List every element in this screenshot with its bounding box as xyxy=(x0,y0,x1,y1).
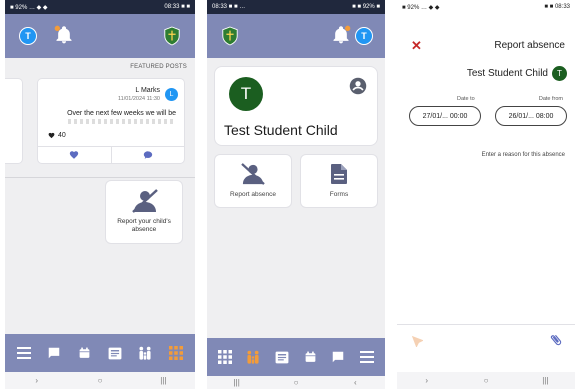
status-bar: ■ 92% … ◆ ◆ 08:33 ■ ■ xyxy=(5,0,195,14)
close-button[interactable]: ✕ xyxy=(411,38,422,54)
system-navigation: ||| ○ ‹ xyxy=(207,376,385,389)
status-time: ■ ■ 08:33 xyxy=(544,4,570,10)
page-title: Report absence xyxy=(494,40,565,51)
send-icon[interactable] xyxy=(409,333,423,347)
calendar-icon[interactable] xyxy=(76,345,94,361)
school-crest-icon xyxy=(222,26,238,46)
student-card[interactable]: T Test Student Child xyxy=(214,66,378,146)
featured-posts-label: FEATURED POSTS xyxy=(130,64,187,70)
app-header: T xyxy=(207,14,385,58)
date-from-label: Date from xyxy=(538,96,563,102)
profile-avatar[interactable]: T xyxy=(355,27,373,45)
recents-nav-button[interactable]: ||| xyxy=(153,376,173,385)
post-author: L Marks xyxy=(135,87,160,94)
divider xyxy=(397,324,575,325)
recents-nav-button[interactable]: ||| xyxy=(535,376,555,385)
comment-button[interactable] xyxy=(112,147,185,163)
screen-report-absence: ■ 92% … ◆ ◆ ■ ■ 08:33 ✕ Report absence T… xyxy=(397,0,575,389)
status-icons: ■ 92% … ◆ ◆ xyxy=(10,4,48,11)
status-bar: ■ 92% … ◆ ◆ ■ ■ 08:33 xyxy=(397,0,575,14)
system-navigation: › ○ ||| xyxy=(397,372,575,389)
status-time: 08:33 ■ ■ xyxy=(164,4,190,10)
like-count-value: 40 xyxy=(58,132,66,139)
post-like-count: 40 xyxy=(48,132,66,139)
post-author-avatar: L xyxy=(165,88,178,101)
report-absence-tile[interactable]: Report absence xyxy=(214,154,292,208)
forms-label: Forms xyxy=(329,191,349,198)
news-icon[interactable] xyxy=(106,345,124,361)
student-avatar: T xyxy=(229,77,263,111)
heart-icon xyxy=(48,132,55,139)
screen-feed: ■ 92% … ◆ ◆ 08:33 ■ ■ T FEATURED POSTS L… xyxy=(5,0,195,389)
notification-bell-icon[interactable] xyxy=(54,25,74,45)
post-date: 11/01/2024 11:30 xyxy=(117,96,160,102)
home-nav-button[interactable]: ○ xyxy=(476,376,496,385)
screen-student-home: 08:33 ■ ■ … ■ ■ 92% ■ T T Test Student C… xyxy=(207,0,385,389)
heart-icon xyxy=(70,151,79,159)
account-icon[interactable] xyxy=(349,77,367,95)
home-nav-button[interactable]: ○ xyxy=(90,376,110,385)
reason-input[interactable] xyxy=(401,162,571,322)
student-name: Test Student Child xyxy=(466,68,548,79)
date-to-label: Date to xyxy=(457,96,475,102)
post-card-peek[interactable] xyxy=(5,78,23,164)
grid-icon[interactable] xyxy=(216,349,234,365)
family-icon[interactable] xyxy=(244,349,262,365)
news-icon[interactable] xyxy=(273,349,291,365)
selected-student: Test Student Child T xyxy=(467,66,567,81)
system-navigation: › ○ ||| xyxy=(5,372,195,389)
grid-icon[interactable] xyxy=(167,345,185,361)
status-icons: ■ 92% … ◆ ◆ xyxy=(402,4,440,11)
comment-icon xyxy=(143,151,152,159)
status-bar: 08:33 ■ ■ … ■ ■ 92% ■ xyxy=(207,0,385,14)
recents-nav-button[interactable]: ||| xyxy=(227,378,247,387)
back-nav-button[interactable]: ‹ xyxy=(345,378,365,387)
school-crest-icon xyxy=(164,26,180,46)
date-to-field[interactable]: 27/01/... 00:00 xyxy=(409,106,481,126)
back-nav-button[interactable]: › xyxy=(417,376,437,385)
attachment-icon[interactable] xyxy=(549,333,563,347)
reason-placeholder: Enter a reason for this absence xyxy=(481,152,565,158)
menu-icon[interactable] xyxy=(358,349,376,365)
student-avatar: T xyxy=(552,66,567,81)
report-absence-label: Report absence xyxy=(230,191,276,198)
app-header: T xyxy=(5,14,195,58)
report-absence-card[interactable]: Report your child's absence xyxy=(105,180,183,244)
document-icon xyxy=(331,164,347,184)
status-time: 08:33 ■ ■ … xyxy=(212,4,246,10)
date-from-field[interactable]: 26/01/... 08:00 xyxy=(495,106,567,126)
bottom-navigation xyxy=(5,334,195,372)
status-icons: ■ ■ 92% ■ xyxy=(352,4,380,10)
chat-icon[interactable] xyxy=(329,349,347,365)
post-card[interactable]: L L Marks 11/01/2024 11:30 Over the next… xyxy=(37,78,185,164)
bottom-navigation xyxy=(207,338,385,376)
like-button[interactable] xyxy=(38,147,112,163)
calendar-icon[interactable] xyxy=(301,349,319,365)
family-icon[interactable] xyxy=(136,345,154,361)
post-actions xyxy=(38,146,184,163)
back-nav-button[interactable]: › xyxy=(27,376,47,385)
home-nav-button[interactable]: ○ xyxy=(286,378,306,387)
student-name: Test Student Child xyxy=(224,122,338,138)
menu-icon[interactable] xyxy=(15,345,33,361)
person-off-icon xyxy=(132,189,158,213)
post-body-truncated xyxy=(68,119,176,124)
notification-bell-icon[interactable] xyxy=(331,25,351,45)
post-body: Over the next few weeks we will be xyxy=(67,110,176,117)
report-absence-label: Report your child's absence xyxy=(117,218,171,233)
person-off-icon xyxy=(241,163,265,185)
forms-tile[interactable]: Forms xyxy=(300,154,378,208)
chat-icon[interactable] xyxy=(45,345,63,361)
profile-avatar[interactable]: T xyxy=(19,27,37,45)
